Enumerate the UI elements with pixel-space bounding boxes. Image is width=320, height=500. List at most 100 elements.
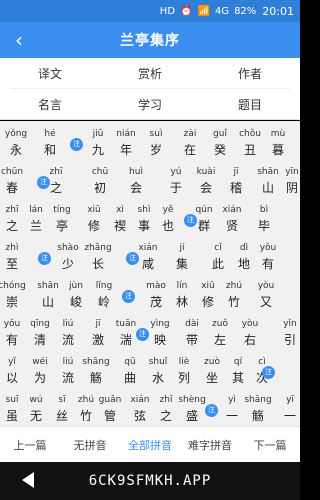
- char-cell[interactable]: liú 流: [54, 355, 82, 387]
- char-cell[interactable]: yìng 映: [146, 317, 174, 349]
- hanzi-char: 兰: [29, 219, 42, 233]
- char-cell[interactable]: bì 毕: [250, 203, 278, 235]
- back-button[interactable]: ‹: [8, 28, 30, 52]
- all-pinyin-button[interactable]: 全部拼音: [120, 427, 180, 463]
- char-cell[interactable]: xiū 修: [80, 203, 108, 235]
- char-cell[interactable]: nián 年: [112, 127, 140, 159]
- char-cell[interactable]: qīng 清: [26, 317, 54, 349]
- tab-timu[interactable]: 题目: [200, 89, 300, 119]
- char-cell[interactable]: mù 暮: [264, 127, 292, 159]
- char-cell[interactable]: cǐ 此: [204, 241, 232, 273]
- char-cell[interactable]: yǒng 永: [2, 127, 30, 159]
- char-cell[interactable]: shān 山: [34, 279, 62, 311]
- annotation-badge[interactable]: 注: [126, 252, 139, 265]
- hard-pinyin-button[interactable]: 难字拼音: [180, 427, 240, 463]
- char-cell[interactable]: shuǐ 水: [144, 355, 172, 387]
- char-cell[interactable]: yú 于: [162, 165, 190, 197]
- char-cell[interactable]: jí 集: [168, 241, 196, 273]
- char-cell[interactable]: yǐn 引: [276, 317, 300, 349]
- pinyin-label: shān: [37, 281, 59, 291]
- hanzi-char: 长: [91, 257, 104, 271]
- annotation-badge[interactable]: 注: [37, 176, 50, 189]
- annotation-badge[interactable]: 注: [205, 404, 218, 417]
- hanzi-char: 无: [29, 409, 42, 423]
- char-cell[interactable]: yòu 右: [236, 317, 264, 349]
- char-cell[interactable]: zhǎng 长: [84, 241, 112, 273]
- chevron-left-icon: ‹: [15, 28, 23, 52]
- char-cell[interactable]: mào 茂: [142, 279, 170, 311]
- char-cell[interactable]: yīn 阴: [278, 165, 300, 197]
- char-cell[interactable]: shāng 觞: [82, 355, 110, 387]
- annotation-badge[interactable]: 注: [262, 366, 275, 379]
- tab-xuexi[interactable]: 学习: [100, 89, 200, 119]
- nav-back-icon[interactable]: [22, 472, 34, 488]
- hanzi-char: 初: [93, 181, 106, 195]
- char-cell[interactable]: guǎn 管: [96, 393, 124, 425]
- char-cell[interactable]: zhī 之: [152, 393, 180, 425]
- char-cell[interactable]: wú 无: [22, 393, 50, 425]
- annotation-badge[interactable]: 注: [70, 138, 83, 151]
- bottom-toolbar: 上一篇 无拼音 全部拼音 难字拼音 下一篇: [0, 426, 300, 462]
- char-cell[interactable]: shèng 盛: [178, 393, 206, 425]
- pinyin-label: cǐ: [214, 243, 222, 253]
- pinyin-label: yě: [162, 205, 174, 215]
- char-cell[interactable]: jī 稽: [222, 165, 250, 197]
- char-cell[interactable]: dài 带: [178, 317, 206, 349]
- char-cell[interactable]: qū 曲: [116, 355, 144, 387]
- char-cell[interactable]: chóng 崇: [0, 279, 26, 311]
- text-line: chūn 春 zhī 之 chū 初 huì 会 yú 于 kuài 会 jī 稽 shān 山 yīn 阴注: [0, 165, 300, 203]
- char-cell[interactable]: jùn 峻: [62, 279, 90, 311]
- hanzi-char: 岭: [97, 295, 110, 309]
- char-cell[interactable]: chūn 春: [0, 165, 26, 197]
- char-cell[interactable]: guǐ 癸: [206, 127, 234, 159]
- char-cell[interactable]: lín 林: [168, 279, 196, 311]
- tab-mingyan[interactable]: 名言: [0, 89, 100, 119]
- char-cell[interactable]: liú 流: [54, 317, 82, 349]
- char-cell[interactable]: suì 岁: [142, 127, 170, 159]
- tab-shangxi[interactable]: 赏析: [100, 58, 200, 88]
- next-article-button[interactable]: 下一篇: [240, 427, 300, 463]
- annotation-badge[interactable]: 注: [38, 252, 51, 265]
- char-cell[interactable]: xiū 修: [194, 279, 222, 311]
- char-cell[interactable]: zhú 竹: [220, 279, 248, 311]
- signal-label: 4G: [214, 5, 230, 17]
- char-cell[interactable]: yī 一: [276, 393, 300, 425]
- char-cell[interactable]: lán 兰: [22, 203, 50, 235]
- char-cell[interactable]: zhì 至: [0, 241, 26, 273]
- hanzi-char: 丑: [243, 143, 256, 157]
- annotation-badge[interactable]: 注: [122, 290, 135, 303]
- char-cell[interactable]: yǒu 有: [0, 317, 26, 349]
- tab-zuozhe[interactable]: 作者: [200, 58, 300, 88]
- char-cell[interactable]: shào 少: [54, 241, 82, 273]
- char-cell[interactable]: chū 初: [86, 165, 114, 197]
- char-cell[interactable]: zài 在: [176, 127, 204, 159]
- char-cell[interactable]: lǐng 岭: [90, 279, 118, 311]
- text-line: yǒu 有 qīng 清 liú 流 jī 激 tuān 湍 yìng 映 dài 带 zuǒ 左 yòu 右 yǐ…: [0, 317, 300, 355]
- char-cell[interactable]: yǒu 有: [254, 241, 282, 273]
- char-cell[interactable]: yòu 又: [252, 279, 280, 311]
- pinyin-label: jí: [179, 243, 185, 253]
- tab-yiwen[interactable]: 译文: [0, 58, 100, 88]
- char-cell[interactable]: xián 弦: [126, 393, 154, 425]
- char-cell[interactable]: xián 贤: [218, 203, 246, 235]
- char-cell[interactable]: jī 激: [84, 317, 112, 349]
- char-cell[interactable]: yǐ 以: [0, 355, 26, 387]
- char-cell[interactable]: hé 和: [36, 127, 64, 159]
- char-cell[interactable]: yě 也: [154, 203, 182, 235]
- no-pinyin-button[interactable]: 无拼音: [60, 427, 120, 463]
- char-cell[interactable]: liè 列: [170, 355, 198, 387]
- char-cell[interactable]: zuò 坐: [198, 355, 226, 387]
- pinyin-label: liè: [178, 357, 190, 367]
- prev-article-button[interactable]: 上一篇: [0, 427, 60, 463]
- char-cell[interactable]: kuài 会: [192, 165, 220, 197]
- char-cell[interactable]: yì 一: [218, 393, 246, 425]
- annotation-badge[interactable]: 注: [184, 214, 197, 227]
- char-cell[interactable]: wéi 为: [26, 355, 54, 387]
- annotation-badge[interactable]: 注: [136, 328, 149, 341]
- char-cell[interactable]: huì 会: [122, 165, 150, 197]
- char-cell[interactable]: tíng 亭: [48, 203, 76, 235]
- char-cell[interactable]: shāng 觞: [244, 393, 272, 425]
- char-cell[interactable]: chǒu 丑: [236, 127, 264, 159]
- char-cell[interactable]: jiǔ 九: [84, 127, 112, 159]
- char-cell[interactable]: zuǒ 左: [206, 317, 234, 349]
